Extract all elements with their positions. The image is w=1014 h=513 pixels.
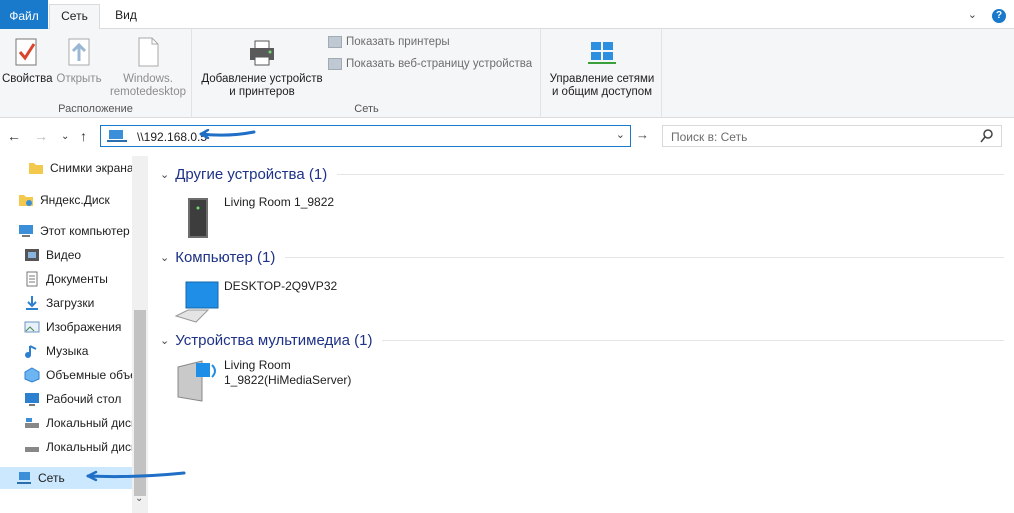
search-input[interactable]: Поиск в: Сеть — [662, 125, 1002, 147]
show-printers-button[interactable]: Показать принтеры — [328, 36, 450, 48]
sidebar-item-music[interactable]: Музыка — [0, 340, 134, 362]
forward-arrow-icon[interactable]: → — [34, 128, 48, 144]
device-living-room[interactable]: Living Room 1_9822 — [174, 194, 364, 242]
sidebar-item-this-pc[interactable]: Этот компьютер — [0, 220, 134, 242]
computer-icon — [174, 278, 222, 326]
group-label-location: Расположение — [58, 103, 133, 115]
device-media-server[interactable]: Living Room 1_9822(HiMediaServer) — [174, 357, 364, 405]
image-icon — [24, 319, 40, 335]
sidebar-item-pictures[interactable]: Изображения — [0, 316, 134, 338]
address-row: ← → ⌄ ↑ \\192.168.0.5 ⌄ → Поиск в: Сеть — [0, 118, 1014, 156]
file-icon — [132, 35, 164, 69]
ribbon-controls: ⌄ ? — [956, 8, 1006, 23]
group-manage: Управление сетями и общим доступом — [542, 29, 662, 118]
printer-small-icon — [328, 36, 342, 48]
drive-icon — [24, 415, 40, 431]
chevron-down-icon: ⌄ — [160, 251, 170, 264]
network-icon — [107, 130, 127, 142]
search-icon[interactable] — [980, 128, 994, 144]
music-icon — [24, 343, 40, 359]
properties-icon — [10, 35, 42, 69]
address-path: \\192.168.0.5 — [137, 130, 208, 144]
sidebar-item-yandex-disk[interactable]: Яндекс.Диск — [0, 189, 134, 211]
sidebar-item-downloads[interactable]: Загрузки — [0, 292, 134, 314]
network-sharing-center-button[interactable]: Управление сетями и общим доступом — [544, 33, 660, 99]
tab-network[interactable]: Сеть — [49, 4, 100, 30]
chevron-down-icon: ⌄ — [160, 334, 170, 347]
sidebar-item-local-disk-d[interactable]: Локальный диск (D:) — [0, 436, 134, 458]
sidebar-item-video[interactable]: Видео — [0, 244, 134, 266]
tab-view[interactable]: Вид — [104, 4, 148, 29]
sidebar-item-desktop[interactable]: Рабочий стол — [0, 388, 134, 410]
folder-icon — [28, 160, 44, 176]
ribbon: Свойства Открыть Windows. remotedesktop … — [0, 29, 1014, 118]
ribbon-tabs: Файл Сеть Вид ⌄ ? — [0, 0, 1014, 30]
show-device-page-button[interactable]: Показать веб-страницу устройства — [328, 58, 532, 70]
chevron-down-icon: ⌄ — [160, 168, 170, 181]
scroll-down-icon[interactable]: ⌄ — [135, 493, 143, 504]
network-sharing-icon — [586, 35, 618, 69]
annotation-arrow-icon — [199, 129, 256, 139]
group-header-other-devices[interactable]: ⌄ Другие устройства (1) — [154, 163, 1004, 185]
content-pane: ⌄ Другие устройства (1) Living Room 1_98… — [154, 156, 1014, 513]
add-devices-button[interactable]: Добавление устройств и принтеров — [197, 33, 327, 99]
group-header-computer[interactable]: ⌄ Компьютер (1) — [154, 246, 1004, 268]
windows-remotedesktop-button[interactable]: Windows. remotedesktop — [106, 33, 190, 99]
sidebar-item-local-disk-c[interactable]: Локальный диск (C:) — [0, 412, 134, 434]
document-icon — [24, 271, 40, 287]
chevron-down-icon[interactable]: ⌄ — [968, 9, 977, 21]
address-bar[interactable]: \\192.168.0.5 ⌄ — [100, 125, 631, 147]
media-server-icon — [174, 357, 222, 405]
webpage-icon — [328, 58, 342, 70]
sidebar-item-3d-objects[interactable]: Объемные объекты — [0, 364, 134, 386]
navigation-pane: Снимки экрана Яндекс.Диск Этот компьютер… — [0, 156, 148, 513]
group-header-multimedia[interactable]: ⌄ Устройства мультимедиа (1) — [154, 329, 1004, 351]
yandex-disk-icon — [18, 192, 34, 208]
desktop-icon — [24, 391, 40, 407]
server-icon — [174, 194, 222, 242]
printer-icon — [246, 35, 278, 69]
go-arrow-icon[interactable]: → — [636, 127, 649, 142]
group-location: Свойства Открыть Windows. remotedesktop … — [0, 29, 192, 118]
video-icon — [24, 247, 40, 263]
computer-icon — [18, 223, 34, 239]
chevron-down-icon[interactable]: ⌄ — [616, 128, 625, 141]
drive-icon — [24, 439, 40, 455]
back-arrow-icon[interactable]: ← — [7, 128, 21, 144]
open-icon — [63, 35, 95, 69]
cube-icon — [24, 367, 40, 383]
help-icon[interactable]: ? — [992, 9, 1006, 23]
download-icon — [24, 295, 40, 311]
up-arrow-icon[interactable]: ↑ — [80, 128, 87, 144]
sidebar-item-screenshots[interactable]: Снимки экрана — [0, 157, 134, 179]
open-button[interactable]: Открыть — [54, 33, 104, 86]
group-label-network: Сеть — [354, 103, 379, 115]
recent-locations-icon[interactable]: ⌄ — [61, 131, 69, 142]
tab-file[interactable]: Файл — [0, 0, 48, 29]
properties-button[interactable]: Свойства — [2, 33, 53, 86]
device-desktop[interactable]: DESKTOP-2Q9VP32 — [174, 278, 364, 326]
network-icon — [16, 470, 32, 486]
sidebar-item-documents[interactable]: Документы — [0, 268, 134, 290]
